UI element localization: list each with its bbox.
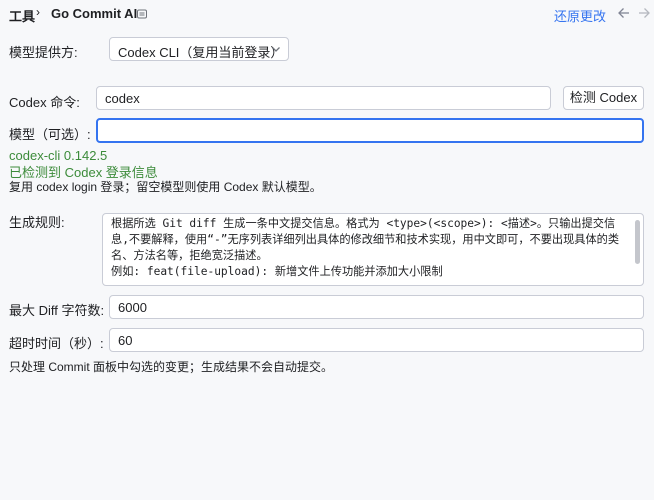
codex-version-status: codex-cli 0.142.5 <box>9 148 108 163</box>
rules-scrollbar[interactable] <box>635 220 640 264</box>
page-title: Go Commit AI <box>51 6 138 21</box>
timeout-field[interactable] <box>109 328 644 352</box>
login-hint-text: 复用 codex login 登录；留空模型则使用 Codex 默认模型。 <box>9 180 322 194</box>
max-diff-field[interactable] <box>109 295 644 319</box>
rules-label: 生成规则: <box>9 215 65 230</box>
model-label: 模型（可选）: <box>9 127 91 142</box>
reset-changes-link[interactable]: 还原更改 <box>554 6 606 25</box>
back-arrow-icon[interactable] <box>616 5 632 21</box>
provider-label: 模型提供方: <box>9 45 78 60</box>
timeout-input[interactable] <box>118 332 635 349</box>
rules-textarea[interactable]: 根据所选 Git diff 生成一条中文提交信息。格式为 <type>(<sco… <box>102 213 644 286</box>
rules-text[interactable]: 根据所选 Git diff 生成一条中文提交信息。格式为 <type>(<sco… <box>111 216 633 280</box>
max-diff-label: 最大 Diff 字符数: <box>9 303 105 318</box>
breadcrumb-parent[interactable]: 工具 <box>9 6 35 25</box>
command-field[interactable] <box>96 86 551 110</box>
chevron-down-icon <box>272 47 280 52</box>
model-input[interactable] <box>106 123 634 140</box>
command-label: Codex 命令: <box>9 95 80 110</box>
project-settings-icon <box>137 9 147 19</box>
provider-selected-value: Codex CLI（复用当前登录） <box>118 45 284 60</box>
provider-dropdown[interactable]: Codex CLI（复用当前登录） <box>109 37 289 61</box>
detect-codex-button[interactable]: 检测 Codex <box>563 86 644 110</box>
footer-hint-text: 只处理 Commit 面板中勾选的变更；生成结果不会自动提交。 <box>9 360 334 374</box>
command-input[interactable] <box>105 90 542 107</box>
model-field[interactable] <box>96 118 644 143</box>
breadcrumb-separator: › <box>36 5 40 19</box>
max-diff-input[interactable] <box>118 299 635 316</box>
timeout-label: 超时时间（秒）: <box>9 336 104 351</box>
forward-arrow-icon[interactable] <box>636 5 652 21</box>
settings-header: 工具 › Go Commit AI 还原更改 <box>0 0 654 28</box>
